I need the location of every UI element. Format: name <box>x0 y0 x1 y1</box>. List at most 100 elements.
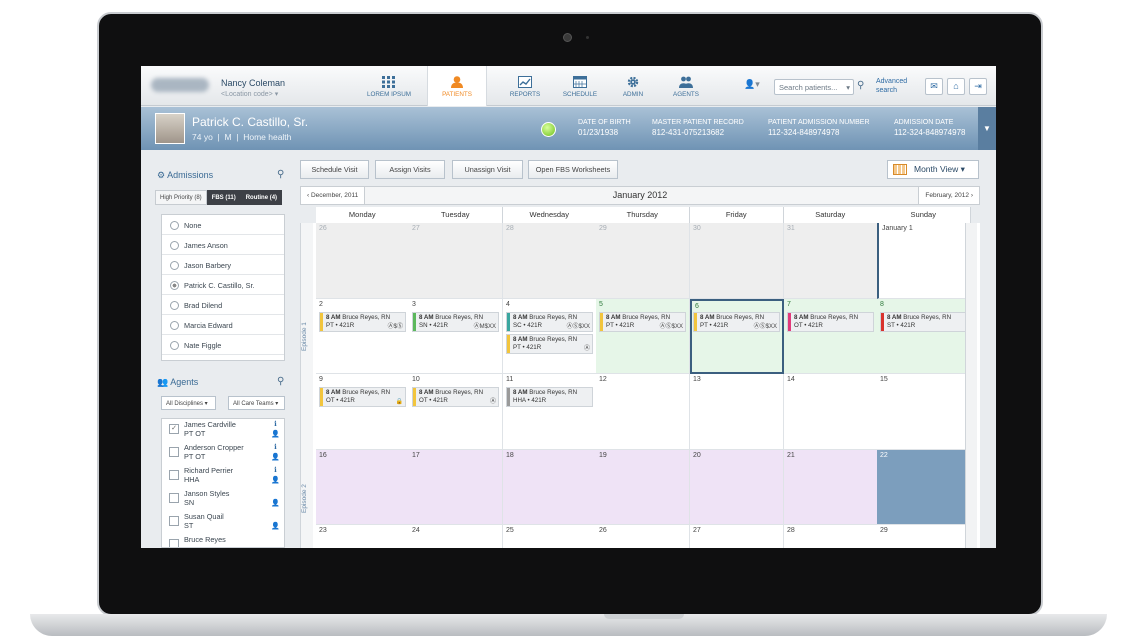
open-fbs-worksheets-button[interactable]: Open FBS Worksheets <box>528 160 618 179</box>
schedule-visit-button[interactable]: Schedule Visit <box>300 160 369 179</box>
calendar-day-cell[interactable]: January 1 <box>877 223 971 299</box>
calendar-day-cell[interactable]: 28 <box>784 525 878 548</box>
day-number: 3 <box>412 301 416 308</box>
agent-item[interactable]: Bruce Reyes <box>162 534 284 547</box>
calendar-day-cell[interactable]: 16 <box>316 450 410 525</box>
visit-clinician: Bruce Reyes, RN <box>435 389 484 396</box>
nav-admin[interactable]: ADMIN <box>603 66 663 106</box>
calendar-day-cell[interactable]: 9 <box>316 374 410 450</box>
agent-icons[interactable]: ℹ 👤 <box>271 466 280 486</box>
calendar-day-cell[interactable]: 30 <box>690 223 784 299</box>
visit-card[interactable]: 8 AM Bruce Reyes, RN OT • 421R Ⓐ <box>412 387 499 407</box>
agent-icons[interactable]: 👤 <box>271 512 280 532</box>
care-teams-filter[interactable]: All Care Teams ▾ <box>228 396 285 410</box>
disciplines-filter[interactable]: All Disciplines ▾ <box>161 396 216 410</box>
agent-item[interactable]: Anderson Cropper PT OT ℹ 👤 <box>162 442 284 465</box>
prev-month-button[interactable]: ‹ December, 2011 <box>301 187 366 204</box>
tab-routine[interactable]: Routine (4) <box>240 190 283 205</box>
visit-card[interactable]: 8 AM Bruce Reyes, RN HHA • 421R <box>506 387 593 407</box>
agent-item[interactable]: Richard Perrier HHA ℹ 👤 <box>162 465 284 488</box>
visit-card[interactable]: 8 AM Bruce Reyes, RN OT • 421R <box>787 312 874 332</box>
calendar-day-cell[interactable]: 23 <box>316 525 410 548</box>
calendar-day-cell[interactable]: 8 <box>877 299 971 374</box>
nav-schedule[interactable]: SCHEDULE <box>550 66 610 106</box>
advanced-search-link[interactable]: Advanced search <box>876 77 907 95</box>
calendar-day-cell[interactable]: 22 <box>877 450 971 525</box>
agent-icons[interactable]: ℹ 👤 <box>271 443 280 463</box>
nav-agents[interactable]: AGENTS <box>656 66 716 106</box>
agent-icons[interactable]: 👤 <box>271 489 280 509</box>
visit-card[interactable]: 8 AM Bruce Reyes, RN PT • 421R ⒶⓈ$XX <box>599 312 686 332</box>
radio-option[interactable]: Jason Barbery <box>162 255 284 275</box>
calendar-day-cell[interactable]: 20 <box>690 450 784 525</box>
calendar-day-cell[interactable]: 19 <box>596 450 690 525</box>
agents-label: Agents <box>170 377 199 387</box>
radio-option[interactable]: None <box>162 215 284 235</box>
day-number: 12 <box>599 376 607 383</box>
calendar-day-cell[interactable]: 31 <box>784 223 878 299</box>
calendar-day-cell[interactable]: 13 <box>690 374 784 450</box>
calendar-day-cell[interactable]: 10 <box>409 374 503 450</box>
calendar-scrollbar[interactable] <box>965 223 977 548</box>
agent-icons[interactable]: ℹ 👤 <box>271 420 280 440</box>
calendar-day-cell[interactable]: 5 <box>596 299 690 374</box>
patient-search-input[interactable]: Search patients... ▾ <box>774 79 854 95</box>
radio-option[interactable]: Marcia Edward <box>162 315 284 335</box>
calendar-day-cell[interactable]: 27 <box>409 223 503 299</box>
search-scope-dropdown[interactable]: 👤▾ <box>744 79 772 95</box>
tab-high-priority[interactable]: High Priority (8) <box>155 190 207 205</box>
calendar-day-cell[interactable]: 29 <box>877 525 971 548</box>
visit-card[interactable]: 8 AM Bruce Reyes, RN PT • 421R Ⓐ <box>506 334 593 354</box>
location-code: <Location code> <box>221 91 273 98</box>
calendar-day-cell[interactable]: 15 <box>877 374 971 450</box>
calendar-day-cell[interactable]: 12 <box>596 374 690 450</box>
calendar-day-cell[interactable]: 26 <box>316 223 410 299</box>
unassign-visit-button[interactable]: Unassign Visit <box>452 160 523 179</box>
mail-icon[interactable]: ✉ <box>925 78 943 95</box>
visit-card[interactable]: 8 AM Bruce Reyes, RN OT • 421R 🔒 <box>319 387 406 407</box>
radio-option[interactable]: James Anson <box>162 235 284 255</box>
calendar-day-cell[interactable]: 26 <box>596 525 690 548</box>
calendar-day-cell[interactable]: 27 <box>690 525 784 548</box>
nav-lorem-ipsum[interactable]: LOREM IPSUM <box>359 66 419 106</box>
visit-card[interactable]: 8 AM Bruce Reyes, RN PT • 421R ⒶⓈ$XX <box>693 312 780 332</box>
visit-card[interactable]: 8 AM Bruce Reyes, RN SN • 421R ⒶM$XX <box>412 312 499 332</box>
agent-item[interactable]: James CardvillePT OTℹ👤 <box>162 419 284 442</box>
location-code-dropdown[interactable]: <Location code> ▾ <box>221 90 285 98</box>
calendar-day-cell[interactable]: 14 <box>784 374 878 450</box>
next-month-button[interactable]: February, 2012 › <box>918 187 979 204</box>
agents-search-icon[interactable]: ⚲ <box>277 376 284 387</box>
visit-card[interactable]: 8 AM Bruce Reyes, RN SC • 421R ⒶⓈ$XX <box>506 312 593 332</box>
calendar-day-cell[interactable]: 18 <box>503 450 597 525</box>
visit-clinician: Bruce Reyes, RN <box>622 314 671 321</box>
calendar-day-cell[interactable]: 28 <box>503 223 597 299</box>
month-view-dropdown[interactable]: Month View ▾ <box>887 160 979 179</box>
calendar-day-cell[interactable]: 21 <box>784 450 878 525</box>
calendar-day-cell[interactable]: 24 <box>409 525 503 548</box>
calendar-day-cell[interactable]: 29 <box>596 223 690 299</box>
visit-card[interactable]: 8 AM Bruce Reyes, RN ST • 421R <box>880 312 967 332</box>
agent-item[interactable]: Susan Quail ST 👤 <box>162 511 284 534</box>
calendar-day-cell[interactable]: 11 <box>503 374 597 450</box>
search-icon[interactable]: ⚲ <box>857 80 864 91</box>
logout-icon[interactable]: ⇥ <box>969 78 987 95</box>
agent-item[interactable]: Janson Styles SN 👤 <box>162 488 284 511</box>
radio-option[interactable]: Brad Dilend <box>162 295 284 315</box>
visit-card[interactable]: 8 AM Bruce Reyes, RN PT • 421R Ⓐ$Ⓢ <box>319 312 406 332</box>
nav-patients[interactable]: PATIENTS <box>427 66 487 106</box>
calendar-day-cell[interactable]: 7 <box>784 299 878 374</box>
nav-reports[interactable]: REPORTS <box>495 66 555 106</box>
assign-visits-button[interactable]: Assign Visits <box>375 160 445 179</box>
expand-header-button[interactable]: ▼ <box>978 107 996 150</box>
radio-option[interactable]: Nate Figgle <box>162 335 284 355</box>
calendar-day-cell[interactable]: 17 <box>409 450 503 525</box>
admissions-search-icon[interactable]: ⚲ <box>277 169 284 180</box>
calendar-day-cell[interactable]: 2 <box>316 299 410 374</box>
tab-fbs[interactable]: FBS (11) <box>206 190 241 205</box>
calendar-day-cell[interactable]: 3 <box>409 299 503 374</box>
calendar-day-cell[interactable]: 6 <box>690 299 784 374</box>
inbox-icon[interactable]: ⌂ <box>947 78 965 95</box>
user-info[interactable]: Nancy Coleman <Location code> ▾ <box>221 78 285 98</box>
radio-option-selected[interactable]: Patrick C. Castillo, Sr. <box>162 275 284 295</box>
calendar-day-cell[interactable]: 25 <box>503 525 597 548</box>
